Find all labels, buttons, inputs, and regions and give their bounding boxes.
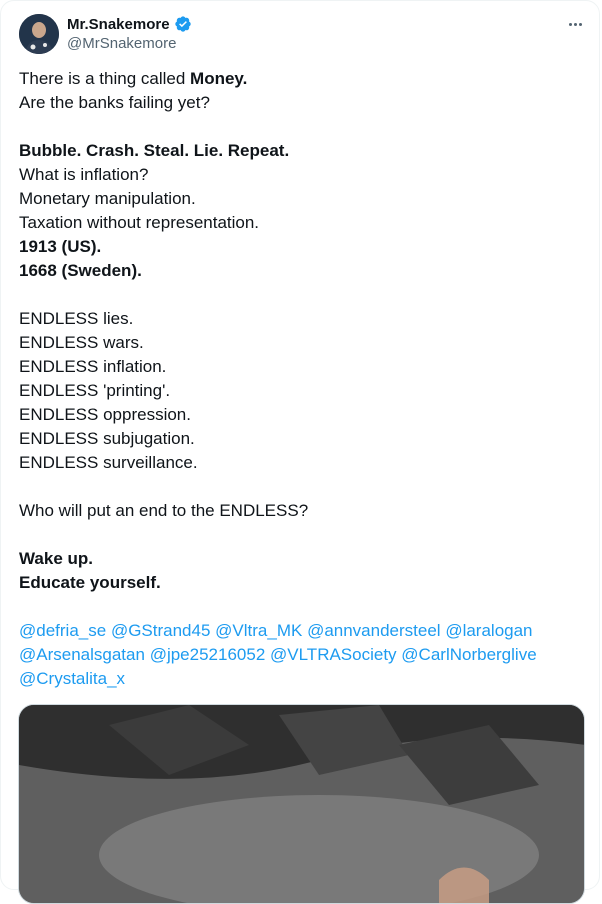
post-text-bold: Money. bbox=[190, 69, 248, 88]
post-text-span: ENDLESS subjugation. bbox=[19, 429, 195, 448]
post-line bbox=[19, 595, 585, 619]
post-line bbox=[19, 283, 585, 307]
mention-link[interactable]: @Arsenalsgatan bbox=[19, 645, 145, 664]
post-text-span: ENDLESS wars. bbox=[19, 333, 144, 352]
post-text-bold: Wake up. bbox=[19, 549, 93, 568]
post-text-bold: Educate yourself. bbox=[19, 573, 161, 592]
mention-link[interactable]: @CarlNorberglive bbox=[401, 645, 536, 664]
post-text-span: Taxation without representation. bbox=[19, 213, 260, 232]
post-text-span: ENDLESS lies. bbox=[19, 309, 134, 328]
post-line: ENDLESS surveillance. bbox=[19, 451, 585, 475]
post-line: Bubble. Crash. Steal. Lie. Repeat. bbox=[19, 139, 585, 163]
post-line: ENDLESS oppression. bbox=[19, 403, 585, 427]
post-line: Who will put an end to the ENDLESS? bbox=[19, 499, 585, 523]
post-text-span: ENDLESS surveillance. bbox=[19, 453, 198, 472]
avatar-image bbox=[19, 14, 59, 54]
post-line bbox=[19, 115, 585, 139]
mention-link[interactable]: @GStrand45 bbox=[111, 621, 210, 640]
post-text-span: ENDLESS oppression. bbox=[19, 405, 191, 424]
mention-link[interactable]: @Vltra_MK bbox=[215, 621, 302, 640]
post-line: Monetary manipulation. bbox=[19, 187, 585, 211]
post-text-span: What is inflation? bbox=[19, 165, 149, 184]
post-line: What is inflation? bbox=[19, 163, 585, 187]
post-line: ENDLESS lies. bbox=[19, 307, 585, 331]
post-line: ENDLESS subjugation. bbox=[19, 427, 585, 451]
post-text-bold: 1913 (US). bbox=[19, 237, 102, 256]
post-line: Wake up. bbox=[19, 547, 585, 571]
mention-link[interactable]: @jpe25216052 bbox=[150, 645, 266, 664]
post-line: Taxation without representation. bbox=[19, 211, 585, 235]
more-options-icon[interactable] bbox=[563, 14, 587, 34]
post-line: 1913 (US). bbox=[19, 235, 585, 259]
post-line bbox=[19, 475, 585, 499]
mention-link[interactable]: @annvandersteel bbox=[307, 621, 441, 640]
mention-link[interactable]: @Crystalita_x bbox=[19, 669, 125, 688]
post-line: Are the banks failing yet? bbox=[19, 91, 585, 115]
post-text: There is a thing called Money. Are the ba… bbox=[19, 67, 585, 691]
post-line: ENDLESS 'printing'. bbox=[19, 379, 585, 403]
mention-link[interactable]: @VLTRASociety bbox=[270, 645, 397, 664]
post-text-span: Are the banks failing yet? bbox=[19, 93, 210, 112]
mention-link[interactable]: @laralogan bbox=[445, 621, 532, 640]
post-line: Educate yourself. bbox=[19, 571, 585, 595]
post-text-span: ENDLESS 'printing'. bbox=[19, 381, 171, 400]
author-display-name[interactable]: Mr.Snakemore bbox=[67, 16, 170, 33]
author-handle[interactable]: @MrSnakemore bbox=[67, 35, 176, 52]
media-thumbnail bbox=[19, 705, 584, 903]
post-text-span: ENDLESS inflation. bbox=[19, 357, 167, 376]
author-name-row: Mr.Snakemore bbox=[67, 14, 192, 34]
post-line: ENDLESS wars. bbox=[19, 331, 585, 355]
post-text-span: Who will put an end to the ENDLESS? bbox=[19, 501, 309, 520]
post-text-bold: 1668 (Sweden). bbox=[19, 261, 142, 280]
mentions-list: @defria_se @GStrand45 @Vltra_MK @annvand… bbox=[19, 619, 559, 691]
post-media-image[interactable] bbox=[18, 704, 585, 904]
avatar[interactable] bbox=[19, 14, 59, 54]
post-text-span: Monetary manipulation. bbox=[19, 189, 196, 208]
post-line: There is a thing called Money. bbox=[19, 67, 585, 91]
post-line: 1668 (Sweden). bbox=[19, 259, 585, 283]
mention-link[interactable]: @defria_se bbox=[19, 621, 106, 640]
post-text-span: There is a thing called bbox=[19, 69, 191, 88]
post-text-bold: Bubble. Crash. Steal. Lie. Repeat. bbox=[19, 141, 290, 160]
post-card: Mr.Snakemore @MrSnakemore There is a thi… bbox=[0, 0, 600, 904]
post-line: ENDLESS inflation. bbox=[19, 355, 585, 379]
post-line bbox=[19, 523, 585, 547]
verified-badge-icon bbox=[174, 16, 191, 32]
